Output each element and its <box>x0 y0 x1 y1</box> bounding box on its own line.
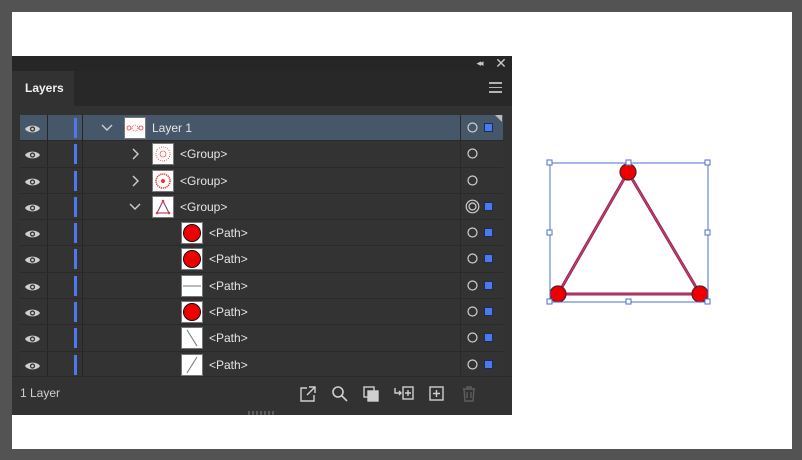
selection-bounding-box[interactable] <box>546 159 711 305</box>
triangle-artwork[interactable] <box>549 163 709 303</box>
canvas-artwork <box>546 159 711 305</box>
